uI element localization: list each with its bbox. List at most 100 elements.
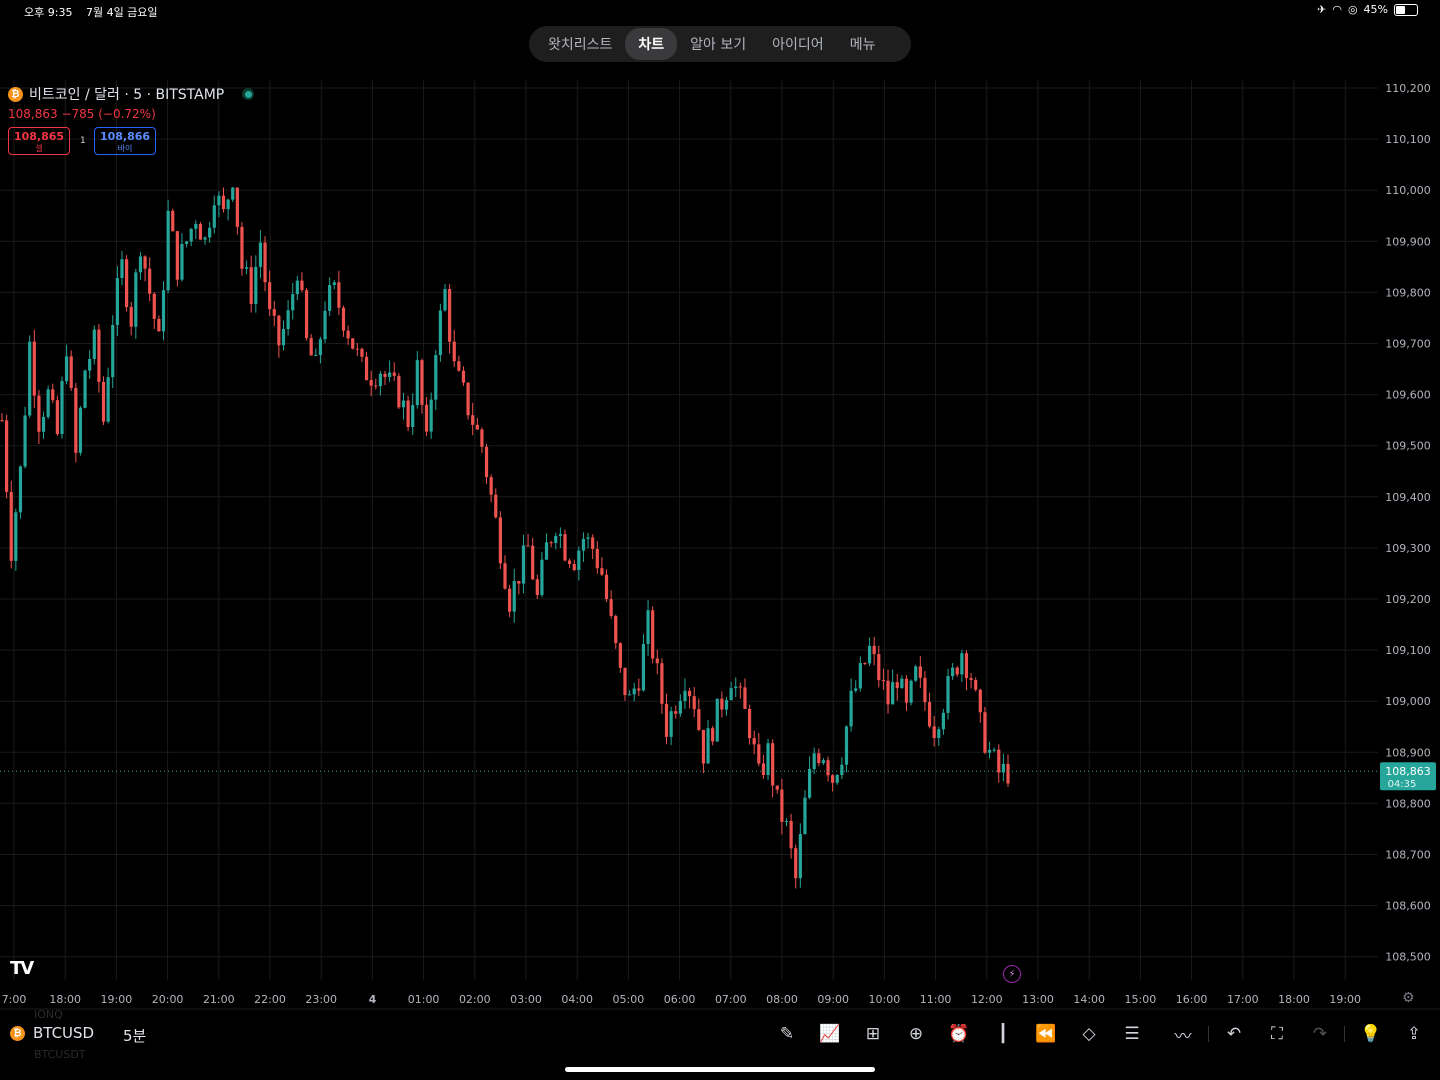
status-time: 오후 9:35 [24,6,73,19]
redo-icon[interactable]: ↷ [1309,1023,1331,1045]
candle-body [484,446,489,478]
candle-body [904,678,909,703]
candle-body [572,563,576,570]
tab-watchlist[interactable]: 왓치리스트 [535,28,625,60]
candle-body [226,199,230,210]
wifi-icon: ◠ [1332,3,1342,16]
candle-body [106,377,110,422]
candle-body [46,389,50,417]
layers-icon[interactable]: ◇ [1078,1023,1100,1045]
interval-selector[interactable]: 5분 [123,1025,146,1046]
bottom-toolbar: IONQ ₿ BTCUSD BTCUSDT 5분 ✎ 📈 ⊞ ⊕ ⏰ ┃ ⏪ ◇… [0,1008,1440,1061]
symbol-selector[interactable]: ₿ BTCUSD [10,1024,94,1042]
candle-body [720,698,724,710]
candle-body [148,268,152,294]
y-axis-tick-label: 109,200 [1385,593,1431,606]
candle-body [161,290,166,332]
candle-body [923,677,927,703]
last-price-label: 108,863 [1385,765,1431,778]
tab-explore[interactable]: 알아 보기 [677,28,759,60]
candle-body [521,545,526,584]
candle-body [157,318,161,332]
candle-body [706,728,710,764]
idea-bulb-icon[interactable]: 💡 [1360,1023,1382,1045]
candle-body [498,517,502,564]
battery-fill [1396,5,1405,14]
candle-body [960,653,964,675]
tab-ideas[interactable]: 아이디어 [759,28,837,60]
symbol-title: 비트코인 / 달러 · 5 · BITSTAMP [29,87,225,103]
buy-button[interactable]: 108,866 바이 [94,127,156,155]
add-circle-icon[interactable]: ⊕ [905,1023,927,1045]
candle-body [51,389,55,401]
candle-body [32,341,36,396]
candle-body [812,753,816,770]
y-axis-tick-label: 108,500 [1385,951,1431,964]
candles-icon[interactable]: ┃ [992,1023,1014,1045]
candle-body [969,678,973,681]
fullscreen-icon[interactable]: ⛶ [1266,1023,1288,1045]
tab-chart[interactable]: 차트 [625,28,678,60]
compare-icon[interactable]: 〰 [1172,1023,1194,1047]
candle-body [964,653,969,679]
candle-body [817,753,821,764]
candle-body [757,744,761,764]
candle-body [1006,763,1010,784]
buy-price: 108,866 [99,130,151,143]
x-axis-tick-label: 19:00 [101,993,133,1006]
market-open-icon [242,88,255,100]
candle-body [895,682,899,689]
tab-menu[interactable]: 메뉴 [837,28,889,60]
candle-body [637,688,641,691]
x-axis-tick-label: 09:00 [817,993,849,1006]
candle-body [397,375,401,408]
candle-body [18,466,23,513]
settings-sliders-icon[interactable]: ☰ [1121,1023,1143,1045]
candle-body [609,599,613,616]
gear-icon[interactable]: ⚙ [1402,990,1415,1006]
replay-icon[interactable]: ⏪ [1035,1023,1057,1045]
candle-body [369,380,373,386]
candle-body [987,749,992,753]
candle-body [314,354,318,356]
candle-body [946,676,950,713]
x-axis-tick-label: 16:00 [1176,993,1208,1006]
candle-body [623,667,627,696]
candle-body [600,568,604,575]
lightning-icon[interactable]: ⚡ [1003,965,1021,983]
candle-body [535,579,539,595]
candle-body [318,339,323,355]
symbol-header[interactable]: ₿ 비트코인 / 달러 · 5 · BITSTAMP [8,84,255,104]
candle-body [208,227,212,238]
candle-body [881,680,886,682]
candle-body [60,381,64,435]
alarm-icon[interactable]: ⏰ [948,1023,970,1045]
candle-body [194,224,198,229]
candle-body [863,663,867,665]
candle-body [807,769,812,798]
grid-icon[interactable]: ⊞ [862,1023,884,1045]
y-axis-tick-label: 108,700 [1385,849,1431,862]
candle-body [383,373,387,377]
sell-button[interactable]: 108,865 셀 [8,127,70,155]
indicators-icon[interactable]: 📈 [819,1023,841,1045]
countdown-label: 04:35 [1388,779,1417,790]
price-chart[interactable]: 110,200 110,100 110,000 109,900 109,800 109,7… [0,80,1440,1010]
undo-icon[interactable]: ↶ [1223,1023,1245,1045]
share-icon[interactable]: ⇪ [1403,1023,1425,1045]
candle-body [355,348,359,350]
price-change: 108,863 −785 (−0.72%) [8,107,156,121]
x-axis-tick-label: 11:00 [920,993,952,1006]
candle-body [738,686,742,688]
candle-body [235,187,239,227]
status-bar: 오후 9:35 7월 4일 금요일 ✈ ◠ ◎ 45% [0,0,1440,22]
candle-body [872,645,876,655]
candle-body [272,309,276,316]
candle-body [674,711,678,714]
candle-body [5,420,9,492]
candle-body [632,688,636,695]
x-axis-tick-label: 23:00 [305,993,337,1006]
pencil-icon[interactable]: ✎ [776,1023,798,1045]
candle-body [28,341,32,416]
candle-body [789,820,793,849]
